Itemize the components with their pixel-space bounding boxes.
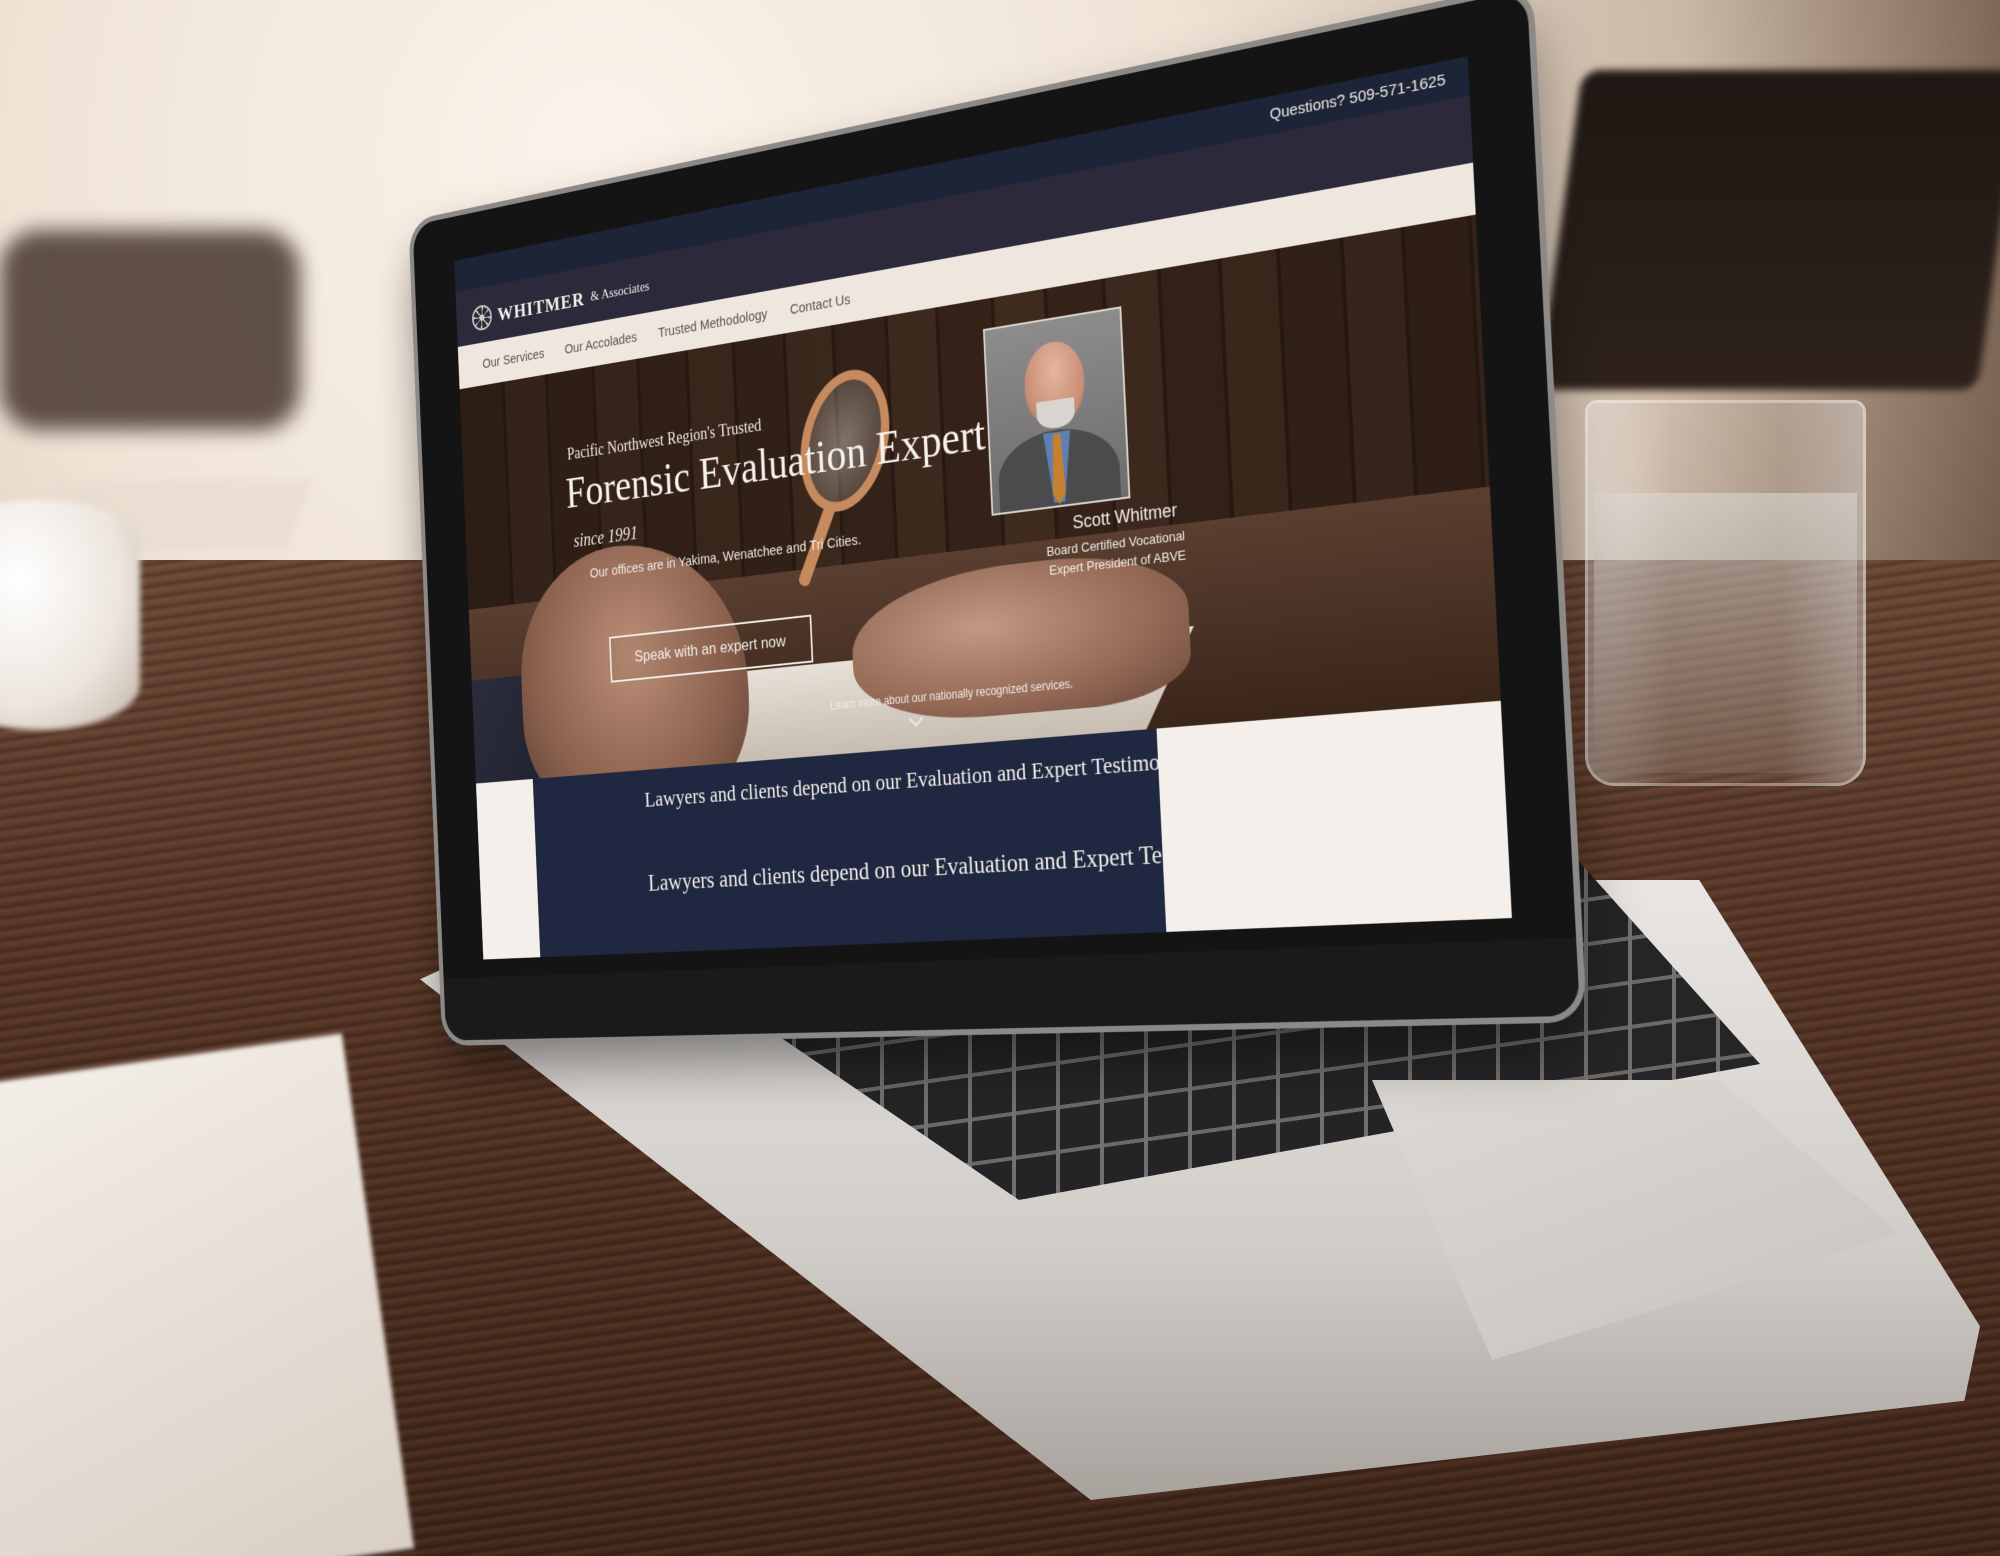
nav-our-accolades[interactable]: Our Accolades <box>564 329 637 357</box>
hero-headline: Forensic Evaluation Expert <box>565 406 987 518</box>
compass-icon <box>472 303 493 331</box>
laptop-photo-scene: Questions? 509-571-1625 WHITMER & Associ… <box>0 0 2000 1556</box>
nav-contact-us[interactable]: Contact Us <box>790 291 851 318</box>
water-glass <box>1585 400 1866 786</box>
profile-photo <box>983 306 1131 516</box>
background-tablet <box>1538 70 2000 390</box>
logo-suffix: & Associates <box>590 279 650 306</box>
background-cup <box>0 500 140 730</box>
photo-beard <box>1036 397 1075 431</box>
testimony-heading-large: Lawyers and clients depend on our Evalua… <box>648 835 1281 898</box>
logo-name: WHITMER <box>497 287 585 327</box>
paper-sheet <box>0 1033 414 1556</box>
nav-our-services[interactable]: Our Services <box>482 345 544 371</box>
nav-trusted-methodology[interactable]: Trusted Methodology <box>658 306 768 341</box>
laptop-screen: Questions? 509-571-1625 WHITMER & Associ… <box>454 56 1512 959</box>
background-chair <box>0 230 300 430</box>
water <box>1594 493 1857 773</box>
